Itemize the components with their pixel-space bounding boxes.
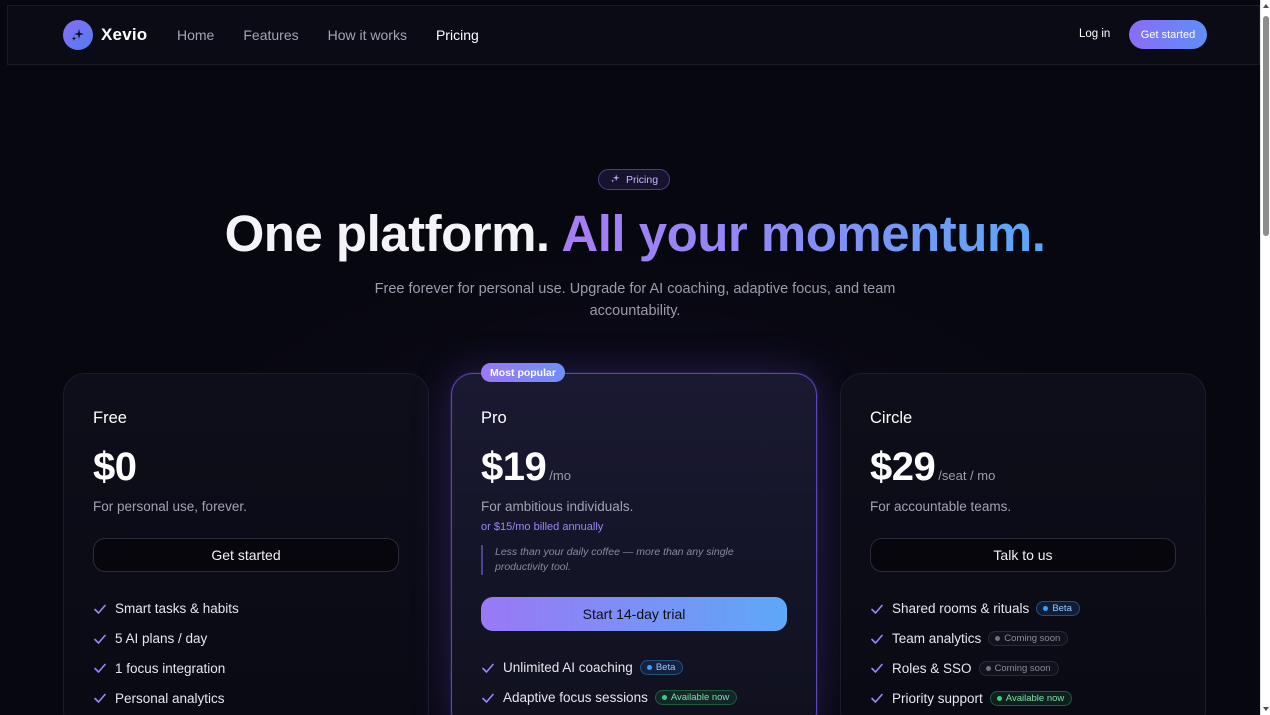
feature-label: Shared rooms & rituals [892, 601, 1030, 617]
badge-label: Available now [1005, 692, 1065, 704]
feature-label: Smart tasks & habits [115, 601, 239, 617]
list-item: 1 focus integration [93, 654, 239, 684]
most-popular-badge: Most popular [481, 363, 565, 382]
feature-label: Priority support [892, 690, 983, 706]
title-gradient: All your momentum. [561, 205, 1046, 262]
status-badge: Coming soon [978, 660, 1059, 676]
check-icon [93, 632, 109, 646]
plan-card-free: Free $0 For personal use, forever. Get s… [63, 373, 429, 715]
plan-quote: Less than your daily coffee — more than … [481, 545, 781, 575]
top-nav: Xevio Home Features How it works Pricing… [7, 5, 1260, 65]
status-badge: Beta [639, 660, 684, 676]
pricing-pill: Pricing [598, 169, 670, 190]
nav-link-pricing[interactable]: Pricing [436, 27, 479, 43]
scrollbar-thumb[interactable] [1263, 16, 1269, 236]
price-unit: /seat / mo [938, 468, 996, 483]
scroll-down-icon[interactable] [1263, 707, 1269, 711]
feature-label: 1 focus integration [115, 660, 226, 676]
list-item: Smart tasks & habits [93, 594, 239, 624]
check-icon [870, 602, 886, 616]
feature-label: Roles & SSO [892, 660, 972, 676]
check-icon [481, 661, 497, 675]
check-icon [93, 691, 109, 705]
list-item: Adaptive focus sessions Available now [481, 683, 738, 713]
page-title: One platform. All your momentum. [0, 204, 1260, 263]
list-item: Personal analytics [93, 683, 239, 713]
page-subtitle: Free forever for personal use. Upgrade f… [374, 281, 896, 319]
brand-logo[interactable]: Xevio [63, 20, 147, 50]
list-item: Unlimited AI coaching Beta [481, 653, 737, 683]
list-item: Shared rooms & rituals Beta [870, 594, 1080, 624]
plan-tagline: For accountable teams. [870, 499, 1012, 514]
price-unit: /mo [549, 468, 571, 483]
title-plain: One platform. [224, 205, 551, 262]
talk-to-us-button[interactable]: Talk to us [870, 538, 1176, 572]
feature-label: Unlimited AI coaching [503, 660, 633, 676]
check-icon [481, 691, 497, 705]
badge-label: Coming soon [994, 662, 1051, 674]
login-link[interactable]: Log in [1079, 28, 1110, 40]
plan-tagline: For ambitious individuals. [481, 499, 634, 514]
badge-label: Beta [1052, 603, 1072, 615]
plan-card-pro: Pro $19 /mo For ambitious individuals. o… [451, 373, 817, 715]
check-icon [870, 691, 886, 705]
badge-label: Beta [655, 662, 676, 674]
plan-price: $29 [870, 445, 936, 489]
status-badge: Coming soon [988, 631, 1069, 647]
sparkle-icon [610, 173, 621, 187]
status-badge: Beta [1036, 601, 1080, 617]
plan-name: Circle [870, 409, 913, 427]
price-row: $0 [93, 445, 137, 490]
check-icon [870, 661, 886, 675]
feature-label: Adaptive focus sessions [503, 690, 648, 706]
price-row: $19 /mo [481, 445, 571, 490]
plan-tagline: For personal use, forever. [93, 499, 247, 514]
status-badge: Available now [989, 690, 1073, 706]
nav-link-features[interactable]: Features [243, 27, 298, 43]
feature-label: Team analytics [892, 631, 982, 647]
plan-price: $19 [481, 445, 547, 489]
brand-name: Xevio [101, 25, 148, 44]
badge-label: Available now [670, 692, 730, 704]
feature-label: Personal analytics [115, 690, 225, 706]
plan-card-circle: Circle $29 /seat / mo For accountable te… [840, 373, 1206, 715]
feature-list: Shared rooms & rituals Beta Team analytic… [870, 594, 1080, 713]
nav-link-home[interactable]: Home [177, 27, 214, 43]
list-item: Priority support Available now [870, 683, 1080, 713]
pill-label: Pricing [625, 173, 659, 186]
plan-name: Free [93, 409, 127, 427]
badge-label: Coming soon [1004, 633, 1061, 645]
start-trial-button[interactable]: Start 14-day trial [481, 597, 787, 631]
scroll-up-icon[interactable] [1263, 4, 1269, 8]
pricing-page: Xevio Home Features How it works Pricing… [0, 0, 1260, 715]
nav-links: Home Features How it works Pricing [177, 27, 508, 43]
nav-link-how-it-works[interactable]: How it works [328, 27, 407, 43]
vertical-scrollbar[interactable] [1260, 0, 1270, 715]
check-icon [93, 661, 109, 675]
get-started-button[interactable]: Get started [1129, 20, 1207, 49]
plan-price: $0 [93, 445, 137, 489]
check-icon [93, 602, 109, 616]
status-badge: Available now [654, 690, 738, 706]
check-icon [870, 632, 886, 646]
list-item: 5 AI plans / day [93, 624, 239, 654]
list-item: Roles & SSO Coming soon [870, 654, 1080, 684]
sparkle-icon [63, 20, 93, 50]
feature-list: Unlimited AI coaching Beta Adaptive focus… [481, 653, 738, 713]
price-row: $29 /seat / mo [870, 445, 995, 490]
feature-label: 5 AI plans / day [115, 631, 208, 647]
plan-name: Pro [481, 409, 507, 427]
annual-price-note: or $15/mo billed annually [481, 521, 604, 533]
feature-list: Smart tasks & habits 5 AI plans / day 1 … [93, 594, 239, 713]
list-item: Team analytics Coming soon [870, 624, 1080, 654]
free-get-started-button[interactable]: Get started [93, 538, 399, 572]
